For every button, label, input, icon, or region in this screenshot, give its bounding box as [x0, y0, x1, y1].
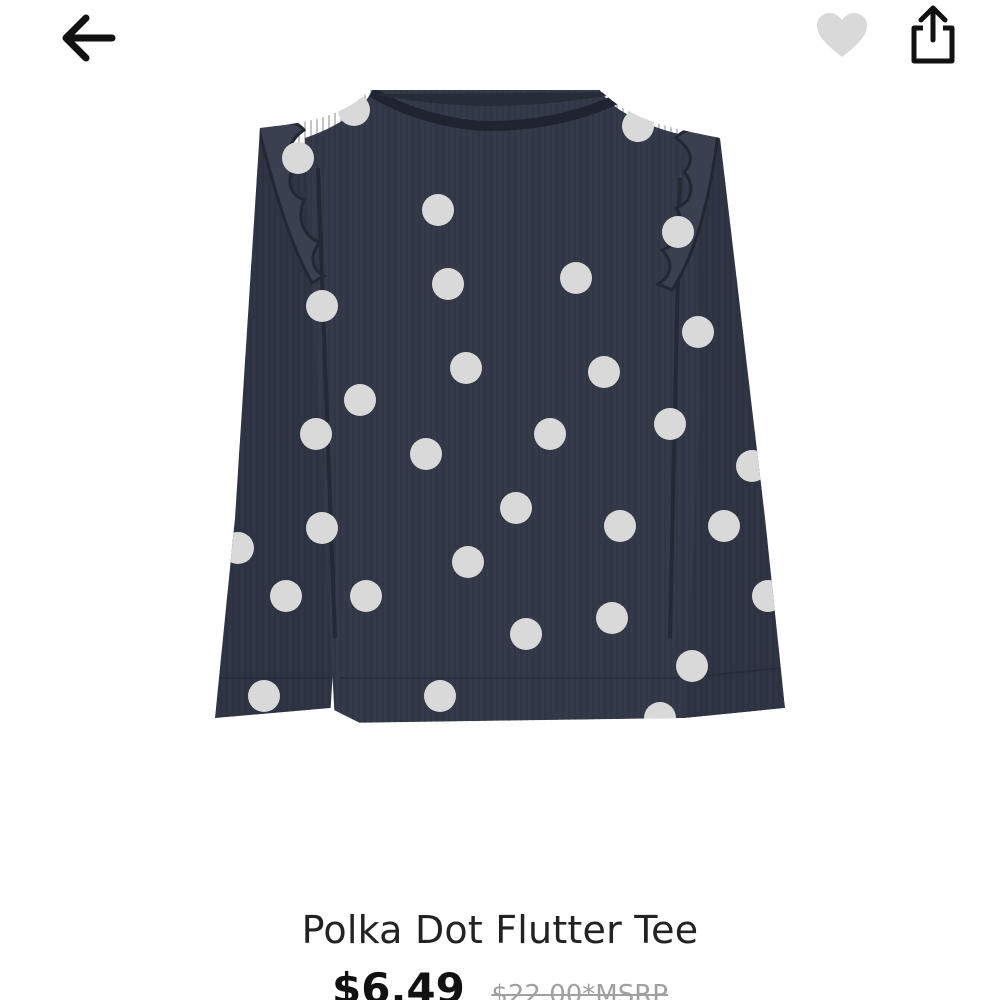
polka-dot	[596, 602, 628, 634]
polka-dot	[306, 290, 338, 322]
polka-dot	[604, 510, 636, 542]
polka-dot	[300, 418, 332, 450]
back-button[interactable]	[52, 8, 124, 68]
arrow-left-icon	[62, 14, 116, 62]
polka-dot	[422, 194, 454, 226]
polka-dot	[452, 546, 484, 578]
sale-price: $6.49	[332, 964, 465, 1000]
heart-icon	[817, 13, 867, 57]
polka-dot	[350, 580, 382, 612]
polka-dot	[736, 450, 768, 482]
polka-dot	[654, 408, 686, 440]
polka-dot	[344, 384, 376, 416]
polka-dot	[588, 356, 620, 388]
share-button[interactable]	[900, 0, 966, 70]
polka-dot	[270, 580, 302, 612]
polka-dot-flutter-tee-image	[215, 90, 785, 723]
polka-dot	[676, 650, 708, 682]
polka-dot	[662, 216, 694, 248]
polka-dot	[622, 110, 654, 142]
polka-dot	[560, 262, 592, 294]
polka-dot	[410, 438, 442, 470]
polka-dot	[500, 492, 532, 524]
product-detail-page: Polka Dot Flutter Tee $6.49 $22.00*MSRP	[0, 0, 1000, 1000]
polka-dot	[450, 352, 482, 384]
polka-dot	[432, 268, 464, 300]
polka-dot	[222, 532, 254, 564]
polka-dot	[682, 316, 714, 348]
polka-dot	[338, 94, 370, 126]
favorite-button[interactable]	[810, 6, 874, 66]
polka-dot	[534, 418, 566, 450]
msrp-price: $22.00*MSRP	[491, 980, 668, 1000]
share-icon	[911, 5, 955, 64]
polka-dot	[644, 702, 676, 723]
product-title: Polka Dot Flutter Tee	[301, 908, 699, 952]
polka-dot	[248, 680, 280, 712]
polka-dot	[510, 618, 542, 650]
price-row: $6.49 $22.00*MSRP	[0, 964, 1000, 1000]
polka-dot	[306, 512, 338, 544]
polka-dot	[708, 510, 740, 542]
polka-dot	[424, 680, 456, 712]
polka-dot	[752, 580, 784, 612]
product-image[interactable]	[200, 78, 800, 738]
polka-dot	[282, 142, 314, 174]
